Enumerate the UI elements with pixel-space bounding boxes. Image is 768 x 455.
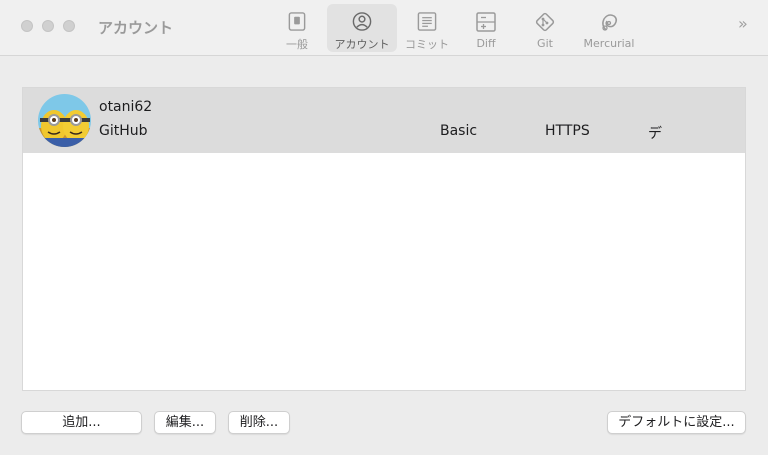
window-title: アカウント [98, 19, 174, 37]
diff-icon [476, 12, 496, 32]
toolbar-item-label: Mercurial [583, 37, 635, 50]
account-row[interactable]: otani62 GitHub Basic HTTPS デ [23, 88, 745, 153]
minimize-window-button[interactable] [42, 20, 54, 32]
account-username: otani62 [99, 99, 153, 115]
account-protocol: HTTPS [545, 123, 590, 139]
avatar [38, 94, 91, 147]
person-circle-icon [352, 12, 372, 31]
mercurial-icon [602, 14, 618, 31]
account-host: GitHub [99, 123, 148, 139]
account-default-marker: デ [648, 126, 662, 142]
zoom-window-button[interactable] [63, 20, 75, 32]
toolbar-item-diff[interactable]: Diff [462, 4, 510, 52]
toolbar-overflow-button[interactable]: » [738, 14, 748, 33]
titlebar: アカウント 一般 アカウント コミット Diff Git Mercurial » [0, 0, 768, 56]
git-diamond-icon [535, 12, 555, 32]
close-window-button[interactable] [21, 20, 33, 32]
toolbar-item-general[interactable]: 一般 [272, 4, 322, 52]
toolbar-item-label: アカウント [334, 38, 390, 51]
toolbar-item-label: コミット [405, 38, 449, 51]
delete-account-button[interactable]: 削除... [228, 411, 290, 434]
set-default-button[interactable]: デフォルトに設定... [607, 411, 746, 434]
toolbar-item-git[interactable]: Git [522, 4, 568, 52]
toolbar-item-label: 一般 [286, 38, 308, 51]
toolbar-item-commit[interactable]: コミット [400, 4, 454, 52]
toolbar-item-mercurial[interactable]: Mercurial [576, 4, 642, 52]
accounts-list[interactable]: otani62 GitHub Basic HTTPS デ [22, 87, 746, 391]
preferences-window: アカウント 一般 アカウント コミット Diff Git Mercurial »… [0, 0, 768, 455]
avatar-image-icon [38, 94, 91, 147]
switch-icon [288, 12, 306, 31]
document-lines-icon [417, 12, 437, 31]
account-auth-type: Basic [440, 123, 478, 139]
toolbar-item-accounts[interactable]: アカウント [327, 4, 397, 52]
add-account-button[interactable]: 追加... [21, 411, 142, 434]
toolbar-item-label: Diff [476, 37, 496, 50]
toolbar-item-label: Git [537, 37, 553, 50]
edit-account-button[interactable]: 編集... [154, 411, 216, 434]
